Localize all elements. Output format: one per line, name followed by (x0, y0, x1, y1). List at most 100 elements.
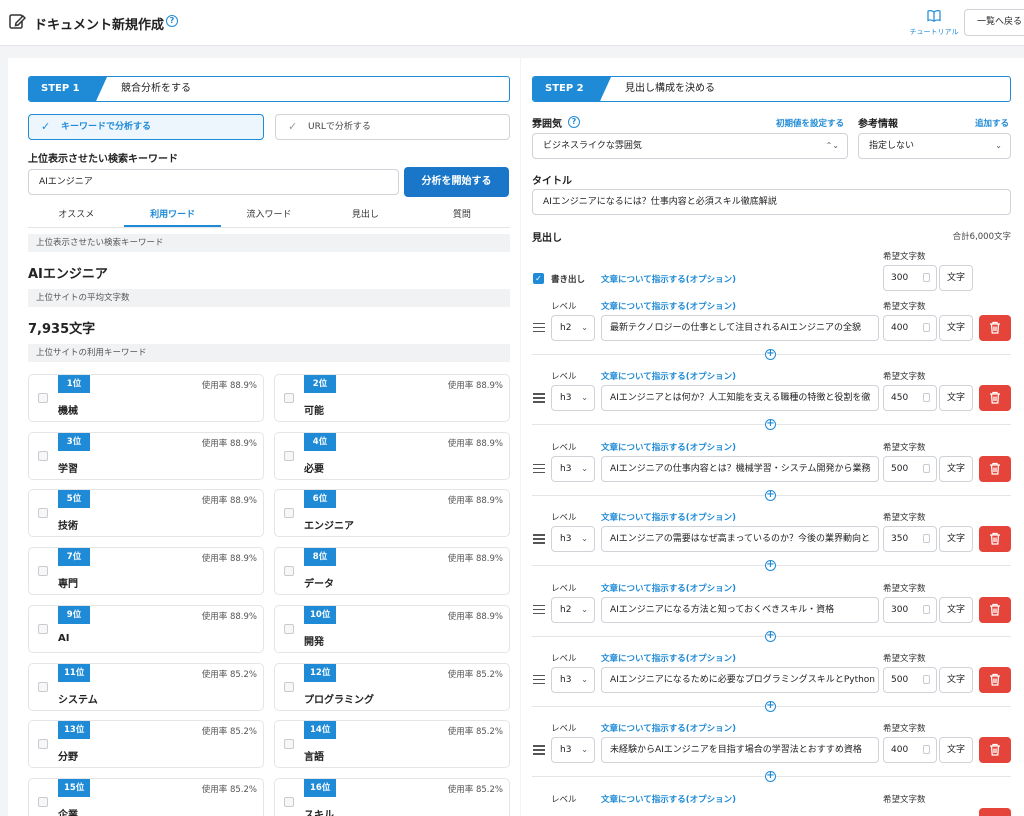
help-circle-icon[interactable]: ? (568, 116, 580, 128)
heading-text-input[interactable]: 未経験からAIエンジニアを目指す場合の学習法とおすすめ資格 (601, 737, 879, 764)
level-select[interactable]: h3 ⌄ (551, 455, 595, 482)
delete-heading-button[interactable] (979, 737, 1011, 764)
keyword-checkbox[interactable] (284, 508, 294, 519)
heading-chars-input[interactable]: 500 (883, 667, 937, 693)
analyze-by-url-button[interactable]: ✓ URLで分析する (275, 114, 510, 140)
tab-headings[interactable]: 見出し (317, 204, 413, 227)
keyword-input[interactable]: AIエンジニア (28, 169, 399, 195)
drag-handle-icon[interactable] (533, 604, 545, 615)
keyword-checkbox[interactable] (38, 623, 48, 634)
level-select[interactable]: h3 ⌄ (551, 526, 595, 553)
heading-text-input[interactable]: AIエンジニアの需要はなぜ高まっているのか？今後の業界動向と (601, 526, 879, 553)
instruction-link[interactable]: 文章について指示する(オプション) (601, 722, 736, 734)
unit-button[interactable]: 文字 (939, 526, 973, 553)
plus-circle-icon[interactable]: + (765, 630, 776, 642)
keyword-checkbox[interactable] (38, 508, 48, 519)
intro-instruction-link[interactable]: 文章について指示する(オプション) (601, 273, 736, 285)
level-select[interactable]: h3 ⌄ (551, 737, 595, 764)
delete-heading-button[interactable] (979, 667, 1011, 693)
unit-button[interactable]: 文字 (939, 596, 973, 623)
keyword-card[interactable]: 2位 使用率 88.9% 可能 (274, 374, 510, 422)
keyword-card[interactable]: 6位 使用率 88.9% エンジニア (274, 489, 510, 538)
keyword-checkbox[interactable] (38, 566, 48, 577)
keyword-checkbox[interactable] (284, 623, 294, 634)
heading-text-input[interactable]: AIエンジニアとは何か？人工知能を支える職種の特徴と役割を徹 (601, 385, 879, 412)
keyword-card[interactable]: 1位 使用率 88.9% 機械 (28, 374, 264, 422)
heading-chars-input[interactable]: 500 (883, 455, 937, 482)
plus-circle-icon[interactable]: + (765, 419, 776, 431)
delete-heading-button[interactable] (979, 315, 1011, 341)
keyword-checkbox[interactable] (284, 796, 294, 807)
delete-heading-button[interactable] (979, 455, 1011, 482)
level-select[interactable]: h3 ⌄ (551, 667, 595, 693)
heading-text-input[interactable]: AIエンジニアになる方法と知っておくべきスキル・資格 (601, 596, 879, 623)
delete-heading-button[interactable] (979, 526, 1011, 553)
drag-handle-icon[interactable] (533, 745, 545, 755)
keyword-card[interactable]: 3位 使用率 88.9% 学習 (28, 431, 264, 480)
start-analysis-button[interactable]: 分析を開始する (404, 167, 509, 197)
heading-text-input[interactable]: AIエンジニアの仕事内容とは？機械学習・システム開発から業務 (601, 455, 879, 482)
unit-button[interactable]: 文字 (939, 737, 973, 764)
title-input[interactable]: AIエンジニアになるには？仕事内容と必須スキル徹底解説 (532, 189, 1011, 215)
drag-handle-icon[interactable] (533, 675, 545, 685)
keyword-checkbox[interactable] (38, 393, 48, 403)
intro-checkbox[interactable]: ✓ (533, 273, 544, 284)
keyword-card[interactable]: 9位 使用率 88.9% AI (28, 604, 264, 653)
keyword-card[interactable]: 4位 使用率 88.9% 必要 (274, 431, 510, 480)
instruction-link[interactable]: 文章について指示する(オプション) (601, 370, 736, 382)
intro-chars-input[interactable]: 300 (883, 265, 937, 291)
heading-chars-input[interactable]: 450 (883, 385, 937, 412)
tab-recommended[interactable]: オススメ (28, 204, 124, 227)
keyword-card[interactable]: 14位 使用率 85.2% 言語 (274, 720, 510, 769)
heading-text-input[interactable]: 最新テクノロジーの仕事として注目されるAIエンジニアの全貌 (601, 315, 879, 341)
keyword-checkbox[interactable] (284, 566, 294, 577)
unit-button[interactable]: 文字 (939, 385, 973, 412)
keyword-checkbox[interactable] (284, 739, 294, 750)
delete-heading-button[interactable] (979, 807, 1011, 816)
drag-handle-icon[interactable] (533, 393, 545, 403)
unit-button[interactable]: 文字 (939, 455, 973, 482)
keyword-card[interactable]: 5位 使用率 88.9% 技術 (28, 489, 264, 538)
keyword-checkbox[interactable] (38, 681, 48, 692)
instruction-link[interactable]: 文章について指示する(オプション) (601, 441, 736, 453)
heading-chars-input[interactable]: 350 (883, 526, 937, 553)
instruction-link[interactable]: 文章について指示する(オプション) (601, 652, 736, 664)
level-select[interactable]: h2 ⌄ (551, 596, 595, 623)
keyword-card[interactable]: 7位 使用率 88.9% 専門 (28, 547, 264, 596)
keyword-card[interactable]: 10位 使用率 88.9% 開発 (274, 604, 510, 653)
add-reference-link[interactable]: 追加する (975, 117, 1009, 129)
keyword-checkbox[interactable] (284, 393, 294, 403)
reset-default-link[interactable]: 初期値を設定する (776, 117, 844, 129)
instruction-link[interactable]: 文章について指示する(オプション) (601, 300, 736, 312)
keyword-checkbox[interactable] (284, 681, 294, 692)
reference-select[interactable]: 指定しない ⌄ (858, 133, 1011, 159)
level-select[interactable]: h3 ⌄ (551, 385, 595, 412)
heading-chars-input[interactable]: 400 (883, 737, 937, 764)
keyword-card[interactable]: 15位 使用率 85.2% 企業 (28, 777, 264, 816)
keyword-card[interactable]: 12位 使用率 85.2% プログラミング (274, 662, 510, 711)
keyword-checkbox[interactable] (284, 450, 294, 461)
back-to-list-button[interactable]: 一覧へ戻る (964, 9, 1024, 36)
delete-heading-button[interactable] (979, 385, 1011, 412)
unit-button[interactable]: 文字 (939, 265, 973, 291)
tab-used-words[interactable]: 利用ワード (124, 204, 221, 227)
keyword-checkbox[interactable] (38, 739, 48, 750)
instruction-link[interactable]: 文章について指示する(オプション) (601, 582, 736, 594)
keyword-checkbox[interactable] (38, 450, 48, 461)
keyword-card[interactable]: 8位 使用率 88.9% データ (274, 547, 510, 596)
analyze-by-keyword-button[interactable]: ✓ キーワードで分析する (28, 114, 264, 140)
plus-circle-icon[interactable]: + (765, 489, 776, 501)
heading-text-input[interactable]: AIエンジニアになるために必要なプログラミングスキルとPython (601, 667, 879, 693)
keyword-card[interactable]: 13位 使用率 85.2% 分野 (28, 720, 264, 769)
drag-handle-icon[interactable] (533, 323, 545, 333)
heading-chars-input[interactable]: 300 (883, 596, 937, 623)
plus-circle-icon[interactable]: + (765, 560, 776, 572)
mood-select[interactable]: ビジネスライクな雰囲気 ⌃⌄ (532, 133, 848, 159)
keyword-card[interactable]: 16位 使用率 85.2% スキル (274, 777, 510, 816)
level-select[interactable]: h2 ⌄ (551, 315, 595, 341)
instruction-link[interactable]: 文章について指示する(オプション) (601, 793, 736, 805)
drag-handle-icon[interactable] (533, 534, 545, 544)
instruction-link[interactable]: 文章について指示する(オプション) (601, 511, 736, 523)
plus-circle-icon[interactable]: + (765, 701, 776, 712)
heading-chars-input[interactable]: 400 (883, 315, 937, 341)
